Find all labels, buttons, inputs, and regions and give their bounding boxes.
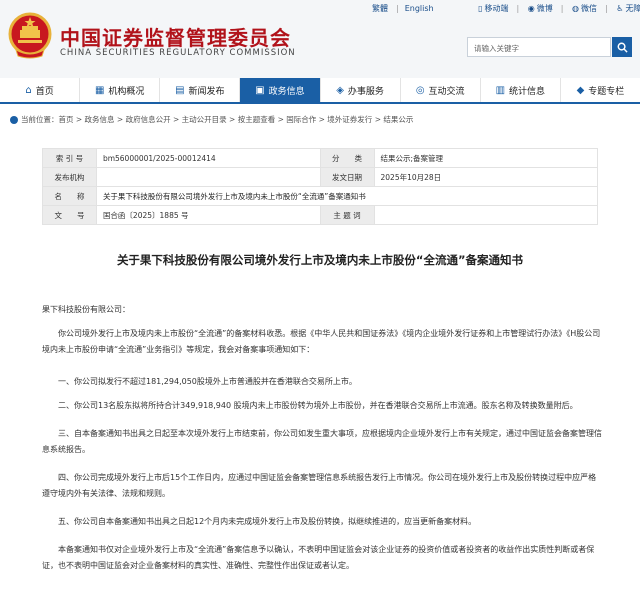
mobile-icon: ▯ [478, 4, 483, 13]
search-input[interactable]: 请输入关键字 [467, 37, 611, 57]
topics-icon: ◆ [576, 84, 585, 96]
nav-label: 机构概况 [108, 86, 145, 97]
breadcrumb-text: 当前位置：首页 > 政务信息 > 政府信息公开 > 主动公开目录 > 按主题查看… [21, 115, 414, 124]
name-label: 名 称 [42, 186, 97, 206]
nav-label: 统计信息 [509, 86, 546, 97]
docno-label: 文 号 [42, 205, 97, 225]
top-links: 繁體 | English ▯移动端 | ◉微博 | ◍微信 | ♿无障碍 [372, 3, 640, 14]
category-label: 分 类 [319, 148, 375, 168]
site-title-english: CHINA SECURITIES REGULATORY COMMISSION [60, 48, 296, 58]
paragraph-3: 三、自本备案通知书出具之日起至本次境外发行上市结束前，你公司如发生重大事项，应根… [42, 429, 602, 454]
government-icon: ▣ [255, 84, 265, 96]
paragraph-5: 五、你公司自本备案通知书出具之日起12个月内未完成境外发行上市及股份转换，拟继续… [58, 517, 477, 526]
wechat-icon: ◍ [572, 4, 580, 13]
publisher-value [95, 167, 321, 187]
salutation: 果下科技股份有限公司： [42, 305, 130, 314]
english-link[interactable]: English [405, 4, 434, 13]
divider: | [560, 4, 564, 13]
date-value: 2025年10月28日 [373, 167, 598, 187]
nav-label: 互动交流 [428, 86, 465, 97]
nav-label: 首页 [35, 86, 54, 97]
index-label: 索 引 号 [42, 148, 97, 168]
location-icon [10, 116, 18, 124]
service-icon: ◈ [336, 84, 344, 96]
paragraph-2: 二、你公司13名股东拟将所持合计349,918,940 股境内未上市股份转为境外… [58, 401, 578, 410]
name-value: 关于果下科技股份有限公司境外发行上市及境内未上市股份“全流通”备案通知书 [95, 186, 599, 206]
main-nav: ⌂ 首页 ▦ 机构概况 ▤ 新闻发布 ▣ 政务信息 ◈ 办事服务 ◎ 互动交流 ▥ 统计信息 … [0, 78, 640, 104]
document-title: 关于果下科技股份有限公司境外发行上市及境内未上市股份“全流通”备案通知书 [116, 253, 524, 267]
docno-value: 国合函〔2025〕1885 号 [95, 205, 321, 225]
keyword-label: 主 题 词 [319, 205, 375, 225]
home-icon: ⌂ [25, 84, 32, 96]
publisher-label: 发布机构 [42, 167, 97, 187]
search-icon [617, 42, 628, 53]
site-header: 中国证券监督管理委员会 CHINA SECURITIES REGULATORY … [0, 0, 640, 78]
statistics-icon: ▥ [495, 84, 506, 96]
search-button[interactable] [612, 37, 632, 57]
nav-interaction[interactable]: ◎ 互动交流 [401, 78, 481, 102]
breadcrumb[interactable]: 当前位置：首页 > 政务信息 > 政府信息公开 > 主动公开目录 > 按主题查看… [10, 114, 413, 125]
paragraph-disclaimer: 本备案通知书仅对企业境外发行上市及“全流通”备案信息予以确认，不表明中国证监会对… [42, 545, 595, 570]
divider: | [396, 4, 399, 13]
category-value: 结果公示;备案管理 [373, 148, 598, 168]
document-info-table: 索 引 号 bm56000001/2025-00012414 分 类 结果公示;… [42, 148, 599, 225]
nav-news[interactable]: ▤ 新闻发布 [160, 78, 241, 102]
divider: | [516, 4, 520, 13]
wechat-link[interactable]: 微信 [581, 3, 597, 14]
nav-label: 专题专栏 [588, 86, 625, 97]
date-label: 发文日期 [319, 167, 375, 187]
nav-service[interactable]: ◈ 办事服务 [321, 78, 401, 102]
nav-label: 办事服务 [347, 86, 384, 97]
mobile-link[interactable]: 移动端 [485, 3, 509, 14]
national-emblem-icon [8, 12, 52, 59]
institution-icon: ▦ [94, 84, 105, 96]
weibo-link[interactable]: 微博 [537, 3, 553, 14]
divider: | [605, 4, 608, 13]
nav-home[interactable]: ⌂ 首页 [0, 78, 81, 102]
site-title[interactable]: 中国证券监督管理委员会 [60, 22, 291, 51]
index-value: bm56000001/2025-00012414 [95, 148, 321, 168]
traditional-chinese-link[interactable]: 繁體 [372, 3, 388, 14]
nav-institution[interactable]: ▦ 机构概况 [80, 78, 161, 102]
nav-government[interactable]: ▣ 政务信息 [240, 78, 321, 102]
accessibility-link[interactable]: 无障碍 [625, 3, 640, 14]
paragraph-intro: 你公司境外发行上市及境内未上市股份“全流通”的备案材料收悉。根据《中华人民共和国… [42, 329, 601, 354]
paragraph-1: 一、你公司拟发行不超过181,294,050股境外上市普通股并在香港联合交易所上… [58, 377, 357, 386]
accessibility-icon: ♿ [616, 4, 624, 13]
nav-label: 政务信息 [268, 86, 305, 97]
weibo-icon: ◉ [527, 4, 535, 13]
paragraph-4: 四、你公司完成境外发行上市后15个工作日内，应通过中国证监会备案管理信息系统报告… [42, 473, 597, 498]
interaction-icon: ◎ [415, 84, 425, 96]
keyword-value [373, 205, 598, 225]
nav-statistics[interactable]: ▥ 统计信息 [481, 78, 561, 102]
nav-label: 新闻发布 [188, 86, 225, 97]
nav-topics[interactable]: ◆ 专题专栏 [561, 78, 640, 102]
news-icon: ▤ [175, 84, 185, 96]
